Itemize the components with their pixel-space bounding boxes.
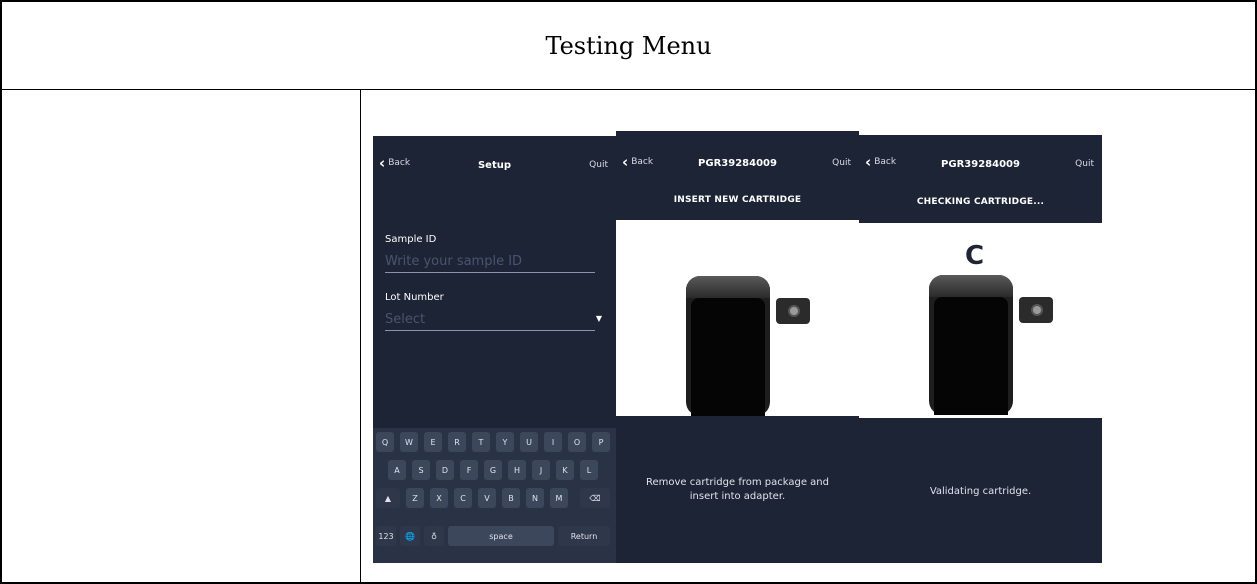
setup-header: ‹ Back Setup Quit bbox=[373, 136, 616, 198]
adapter-image bbox=[776, 298, 810, 324]
key-z[interactable]: Z bbox=[406, 488, 424, 508]
lot-number-select[interactable]: Select bbox=[385, 312, 595, 331]
dictation-key[interactable]: ♁ bbox=[424, 526, 444, 546]
key-g[interactable]: G bbox=[484, 460, 502, 480]
key-y[interactable]: Y bbox=[496, 432, 514, 452]
globe-icon: 🌐 bbox=[405, 531, 415, 541]
key-b[interactable]: B bbox=[502, 488, 520, 508]
key-u[interactable]: U bbox=[520, 432, 538, 452]
shift-icon: ▲ bbox=[384, 493, 392, 503]
key-r[interactable]: R bbox=[448, 432, 466, 452]
key-d[interactable]: D bbox=[436, 460, 454, 480]
loading-spinner-icon: C bbox=[965, 241, 985, 271]
sample-id-label: Sample ID bbox=[385, 234, 437, 245]
key-a[interactable]: A bbox=[388, 460, 406, 480]
key-x[interactable]: X bbox=[430, 488, 448, 508]
page-title: Testing Menu bbox=[545, 31, 712, 60]
shift-key[interactable]: ▲ bbox=[376, 488, 400, 508]
screen-subheading: INSERT NEW CARTRIDGE bbox=[673, 195, 802, 205]
numbers-key[interactable]: 123 bbox=[376, 526, 396, 546]
insert-cartridge-screen: ‹ Back PGR39284009 Quit INSERT NEW CARTR… bbox=[616, 131, 859, 563]
screen-title: PGR39284009 bbox=[941, 159, 1020, 170]
phone-image bbox=[686, 276, 770, 416]
phone-image bbox=[929, 275, 1013, 415]
title-cell: Testing Menu bbox=[2, 2, 1255, 89]
delete-key[interactable]: ⌫ bbox=[580, 488, 610, 508]
key-s[interactable]: S bbox=[412, 460, 430, 480]
key-o[interactable]: O bbox=[568, 432, 586, 452]
quit-button[interactable]: Quit bbox=[832, 158, 851, 168]
checking-header: ‹ Back PGR39284009 Quit bbox=[859, 135, 1102, 197]
screen-title: Setup bbox=[477, 160, 512, 171]
caret-down-icon: ▼ bbox=[595, 314, 602, 323]
cartridge-illustration bbox=[616, 220, 859, 416]
key-v[interactable]: V bbox=[478, 488, 496, 508]
screen-title: PGR39284009 bbox=[698, 158, 777, 169]
key-p[interactable]: P bbox=[592, 432, 610, 452]
table-column-divider bbox=[360, 89, 361, 584]
key-j[interactable]: J bbox=[532, 460, 550, 480]
instruction-message: Remove cartridge from package and insert… bbox=[646, 477, 829, 502]
return-key[interactable]: Return bbox=[558, 526, 610, 546]
status-message: Validating cartridge. bbox=[929, 486, 1032, 497]
cartridge-illustration: C bbox=[859, 223, 1102, 418]
space-key[interactable]: space bbox=[448, 526, 554, 546]
testing-menu-table: Testing Menu ‹ Back Setup Quit Sample ID… bbox=[0, 0, 1257, 584]
checking-cartridge-screen: ‹ Back PGR39284009 Quit CHECKING CARTRID… bbox=[859, 135, 1102, 563]
key-i[interactable]: I bbox=[544, 432, 562, 452]
backspace-icon: ⌫ bbox=[589, 493, 601, 503]
key-h[interactable]: H bbox=[508, 460, 526, 480]
insert-header: ‹ Back PGR39284009 Quit bbox=[616, 131, 859, 193]
setup-screen: ‹ Back Setup Quit Sample ID Write your s… bbox=[373, 136, 616, 563]
key-m[interactable]: M bbox=[550, 488, 568, 508]
adapter-image bbox=[1019, 297, 1053, 323]
key-w[interactable]: W bbox=[400, 432, 418, 452]
key-q[interactable]: Q bbox=[376, 432, 394, 452]
sample-id-input[interactable]: Write your sample ID bbox=[385, 254, 595, 273]
globe-key[interactable]: 🌐 bbox=[400, 526, 420, 546]
key-c[interactable]: C bbox=[454, 488, 472, 508]
on-screen-keyboard: Q W E R T Y U I O P A S D F G H J K L ▲ … bbox=[373, 428, 616, 563]
key-l[interactable]: L bbox=[580, 460, 598, 480]
key-n[interactable]: N bbox=[526, 488, 544, 508]
key-f[interactable]: F bbox=[460, 460, 478, 480]
screen-subheading: CHECKING CARTRIDGE... bbox=[916, 197, 1045, 207]
table-row-divider bbox=[0, 89, 1257, 90]
quit-button[interactable]: Quit bbox=[589, 160, 608, 170]
microphone-icon: ♁ bbox=[431, 531, 437, 541]
key-k[interactable]: K bbox=[556, 460, 574, 480]
key-t[interactable]: T bbox=[472, 432, 490, 452]
key-e[interactable]: E bbox=[424, 432, 442, 452]
quit-button[interactable]: Quit bbox=[1075, 159, 1094, 169]
lot-number-label: Lot Number bbox=[385, 292, 444, 303]
